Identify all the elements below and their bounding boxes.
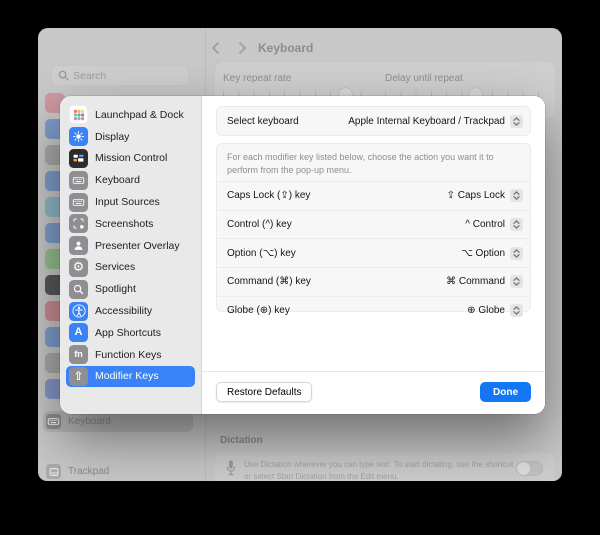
- modifier-row-label: Control (^) key: [227, 219, 292, 231]
- modifier-popup-value: ⊕ Globe: [467, 304, 505, 316]
- done-button[interactable]: Done: [480, 382, 531, 402]
- trackpad-icon: [46, 464, 61, 479]
- key-repeat-label: Key repeat rate: [223, 73, 292, 84]
- sheet-sidebar-item-keyboard[interactable]: Keyboard: [66, 169, 195, 191]
- modifier-keys-sheet: Launchpad & Dock Display Mission Control Ke…: [60, 96, 545, 414]
- modifier-row-command-key: Command (⌘) key ⌘ Command: [217, 266, 530, 296]
- dictation-card: Use Dictation wherever you can type text…: [215, 453, 555, 481]
- select-keyboard-row: Select keyboard Apple Internal Keyboard …: [216, 106, 531, 136]
- function-keys-icon: fn: [69, 345, 88, 365]
- keyboard-icon: [69, 170, 88, 190]
- popup-stepper-icon: [510, 218, 523, 232]
- modifier-popup-button[interactable]: ⊕ Globe: [467, 303, 523, 317]
- dictation-heading: Dictation: [220, 435, 263, 446]
- search-placeholder: Search: [73, 69, 107, 82]
- modifier-row-label: Command (⌘) key: [227, 276, 311, 288]
- modifier-row-control-key: Control (^) key ^ Control: [217, 209, 530, 239]
- sidebar-item-label: Keyboard: [95, 174, 140, 187]
- sidebar-item-label: Keyboard: [68, 416, 111, 427]
- back-button[interactable]: [208, 39, 224, 57]
- popup-stepper-icon: [510, 275, 523, 289]
- modifier-row-label: Caps Lock (⇪) key: [227, 190, 311, 202]
- modifier-row-option-key: Option (⌥) key ⌥ Option: [217, 238, 530, 267]
- modifier-keys-icon: ⇧: [69, 366, 88, 386]
- sheet-sidebar-item-input-sources[interactable]: Input Sources: [66, 191, 195, 213]
- sheet-sidebar-item-screenshots[interactable]: Screenshots: [66, 213, 195, 235]
- keyboard-icon: [46, 414, 61, 429]
- sheet-sidebar-item-app-shortcuts[interactable]: A App Shortcuts: [66, 322, 195, 344]
- microphone-icon: [224, 459, 238, 481]
- dictation-toggle[interactable]: [516, 461, 543, 476]
- sheet-sidebar-item-modifier-keys[interactable]: ⇧ Modifier Keys: [66, 365, 195, 388]
- sheet-sidebar-item-services[interactable]: ⚙ Services: [66, 257, 195, 279]
- modifier-row-globe-key: Globe (⊕) key ⊕ Globe: [217, 295, 530, 325]
- display-icon: [69, 127, 88, 147]
- dictation-description: Use Dictation wherever you can type text…: [244, 460, 514, 481]
- popup-stepper-icon: [510, 303, 523, 317]
- delay-until-repeat-label: Delay until repeat: [385, 73, 463, 84]
- toggle-knob: [517, 462, 530, 475]
- modifier-popup-value: ⌘ Command: [446, 276, 505, 288]
- sheet-sidebar-item-accessibility[interactable]: Accessibility: [66, 300, 195, 322]
- modifier-row-caps-lock-key: Caps Lock (⇪) key ⇪ Caps Lock: [217, 181, 530, 210]
- modifier-popup-button[interactable]: ^ Control: [465, 218, 523, 232]
- search-icon: [58, 70, 69, 81]
- sheet-sidebar-item-mission-control[interactable]: Mission Control: [66, 148, 195, 170]
- sheet-sidebar-item-presenter-overlay[interactable]: Presenter Overlay: [66, 235, 195, 257]
- modifier-popup-value: ⌥ Option: [461, 247, 505, 259]
- screenshots-icon: [69, 214, 88, 234]
- sidebar-item-keyboard[interactable]: Keyboard: [43, 411, 193, 432]
- app-shortcuts-icon: A: [69, 323, 88, 343]
- input-sources-icon: [69, 192, 88, 212]
- popup-stepper-icon: [510, 114, 523, 128]
- accessibility-icon: [69, 301, 88, 321]
- modifier-row-label: Option (⌥) key: [227, 247, 296, 259]
- sidebar-item-label: Screenshots: [95, 217, 154, 230]
- sheet-sidebar-item-spotlight[interactable]: Spotlight: [66, 278, 195, 300]
- modifier-row-label: Globe (⊕) key: [227, 304, 290, 316]
- launchpad-icon: [69, 105, 88, 125]
- sheet-panel: Select keyboard Apple Internal Keyboard …: [202, 96, 545, 414]
- sidebar-item-label: Presenter Overlay: [95, 239, 180, 252]
- select-keyboard-label: Select keyboard: [227, 115, 299, 127]
- services-icon: ⚙: [69, 257, 88, 277]
- presenter-overlay-icon: [69, 236, 88, 256]
- sidebar-item-label: Modifier Keys: [95, 370, 159, 383]
- sidebar-item-trackpad[interactable]: Trackpad: [43, 461, 193, 481]
- modifier-popup-value: ⇪ Caps Lock: [446, 190, 505, 202]
- sidebar-item-label: Display: [95, 130, 130, 143]
- modifier-popup-button[interactable]: ⇪ Caps Lock: [446, 189, 523, 203]
- sidebar-item-label: Trackpad: [68, 466, 110, 477]
- restore-defaults-button[interactable]: Restore Defaults: [216, 382, 313, 402]
- footer-divider: [202, 371, 545, 372]
- sidebar-item-label: Launchpad & Dock: [95, 108, 184, 121]
- search-input[interactable]: Search: [51, 65, 189, 86]
- sheet-sidebar-item-launchpad-dock[interactable]: Launchpad & Dock: [66, 104, 195, 126]
- sidebar-item-label: Mission Control: [95, 152, 168, 165]
- sidebar-item-label: App Shortcuts: [95, 326, 161, 339]
- modifier-popup-button[interactable]: ⌘ Command: [446, 275, 523, 289]
- sidebar-item-label: Accessibility: [95, 305, 153, 318]
- page-title: Keyboard: [258, 41, 314, 55]
- sidebar-item-label: Spotlight: [95, 283, 136, 296]
- sidebar-item-label: Input Sources: [95, 196, 160, 209]
- sidebar-item-label: Function Keys: [95, 348, 162, 361]
- sheet-sidebar-item-function-keys[interactable]: fn Function Keys: [66, 344, 195, 366]
- popup-stepper-icon: [510, 246, 523, 260]
- modifier-popup-button[interactable]: ⌥ Option: [461, 246, 523, 260]
- keyboard-popup-value: Apple Internal Keyboard / Trackpad: [348, 115, 505, 127]
- sheet-sidebar-item-display[interactable]: Display: [66, 126, 195, 148]
- modifier-keys-card: For each modifier key listed below, choo…: [216, 143, 531, 317]
- keyboard-popup-button[interactable]: Apple Internal Keyboard / Trackpad: [348, 114, 523, 128]
- spotlight-icon: [69, 279, 88, 299]
- forward-button[interactable]: [234, 39, 250, 57]
- popup-stepper-icon: [510, 189, 523, 203]
- sheet-sidebar: Launchpad & Dock Display Mission Control Ke…: [60, 96, 202, 414]
- modifier-keys-description: For each modifier key listed below, choo…: [227, 152, 494, 175]
- sidebar-item-label: Services: [95, 261, 136, 274]
- mission-control-icon: [69, 148, 88, 168]
- modifier-popup-value: ^ Control: [465, 219, 505, 231]
